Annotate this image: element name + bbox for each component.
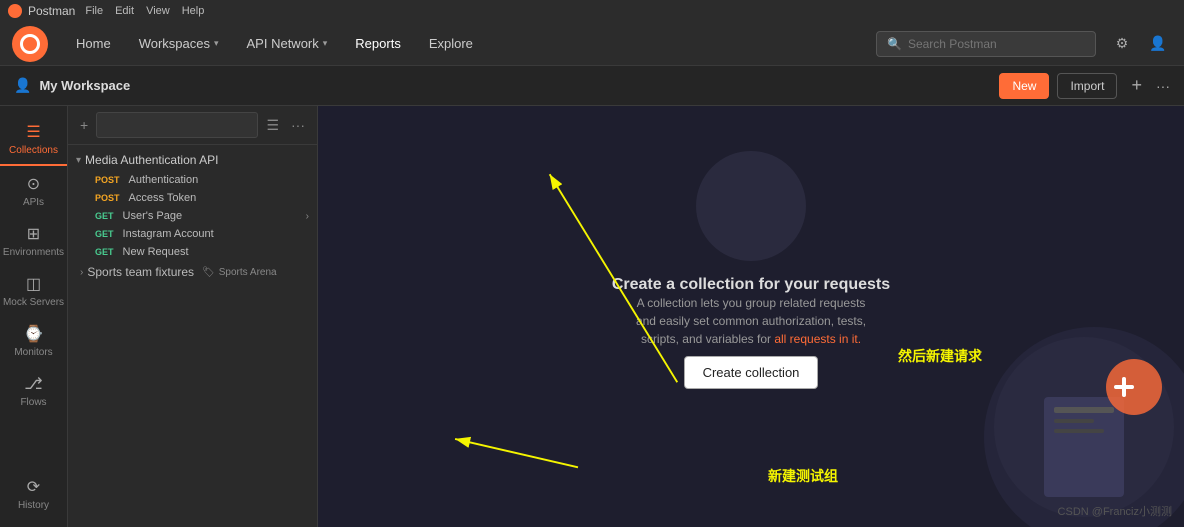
panel-more-icon[interactable]: ···: [287, 115, 309, 135]
nav-action-icons: ⚙ 👤: [1108, 30, 1172, 58]
avatar-icon[interactable]: 👤: [1144, 30, 1172, 58]
history-icon: ⟳: [24, 477, 44, 497]
logo-inner: [20, 34, 40, 54]
content-area: Create a collection for your requests A …: [318, 106, 1184, 527]
workspace-icon: 👤: [14, 77, 31, 94]
endpoint-access-token[interactable]: POST Access Token: [68, 189, 317, 207]
folder-label: ▾ Media Authentication API: [76, 153, 218, 167]
apis-icon: ⊙: [24, 174, 44, 194]
method-get-badge-3: GET: [92, 246, 117, 258]
annotation-create-collection: 新建测试组: [768, 466, 838, 486]
history-label: History: [18, 500, 49, 511]
sidebar-item-flows[interactable]: ⎇ Flows: [0, 366, 67, 416]
sidebar-item-mock-servers[interactable]: ◫ Mock Servers: [0, 266, 67, 316]
nav-home[interactable]: Home: [64, 30, 123, 57]
new-button[interactable]: New: [999, 73, 1049, 99]
collection-tree: ▾ Media Authentication API POST Authenti…: [68, 145, 317, 527]
menu-help[interactable]: Help: [182, 5, 205, 17]
illustration: [661, 146, 841, 266]
sports-folder-item[interactable]: › Sports team fixtures 🏷 Sports Arena: [68, 261, 317, 283]
annotation-new-request: 然后新建请求: [898, 346, 982, 366]
method-post-badge-2: POST: [92, 192, 123, 204]
environments-icon: ⊞: [24, 224, 44, 244]
add-tab-button[interactable]: +: [1125, 75, 1148, 96]
environments-label: Environments: [3, 247, 64, 258]
method-get-badge: GET: [92, 210, 117, 222]
nav-explore[interactable]: Explore: [417, 30, 485, 57]
sports-sub-label: 🏷: [202, 267, 215, 278]
flows-icon: ⎇: [24, 374, 44, 394]
sidebar-item-monitors[interactable]: ⌚ Monitors: [0, 316, 67, 366]
more-options-button[interactable]: ···: [1156, 78, 1170, 94]
method-get-badge-2: GET: [92, 228, 117, 240]
main-layout: ☰ Collections ⊙ APIs ⊞ Environments ◫ Mo…: [0, 106, 1184, 527]
workspaces-chevron-icon: ▾: [214, 38, 219, 49]
sidebar-item-history[interactable]: ⟳ History: [0, 469, 67, 519]
mock-servers-icon: ◫: [24, 274, 44, 294]
panel-filter-icon[interactable]: ☰: [262, 115, 283, 136]
search-icon: 🔍: [887, 37, 902, 51]
folder-chevron-icon: ▾: [76, 155, 81, 166]
watermark: CSDN @Franciz小测测: [1058, 503, 1172, 519]
api-network-chevron-icon: ▾: [323, 38, 328, 49]
collection-folder-item[interactable]: ▾ Media Authentication API: [68, 149, 317, 171]
method-post-badge: POST: [92, 174, 123, 186]
menu-file[interactable]: File: [85, 5, 103, 17]
collections-search-input[interactable]: [96, 112, 258, 138]
endpoint-users-page[interactable]: GET User's Page ›: [68, 207, 317, 225]
welcome-description: A collection lets you group related requ…: [631, 294, 871, 348]
nav-workspaces[interactable]: Workspaces ▾: [127, 30, 231, 57]
import-button[interactable]: Import: [1057, 73, 1117, 99]
nav-api-network[interactable]: API Network ▾: [235, 30, 340, 57]
sidebar-icons: ☰ Collections ⊙ APIs ⊞ Environments ◫ Mo…: [0, 106, 68, 527]
search-bar[interactable]: 🔍: [876, 31, 1096, 57]
endpoint-new-request[interactable]: GET New Request: [68, 243, 317, 261]
expand-arrow-icon: ›: [306, 211, 309, 222]
sidebar-item-collections[interactable]: ☰ Collections: [0, 114, 67, 166]
collections-label: Collections: [9, 145, 58, 156]
workspace-name: My Workspace: [39, 78, 991, 93]
monitors-icon: ⌚: [24, 324, 44, 344]
titlebar: Postman File Edit View Help: [0, 0, 1184, 22]
top-navbar: Home Workspaces ▾ API Network ▾ Reports …: [0, 22, 1184, 66]
endpoint-authentication[interactable]: POST Authentication: [68, 171, 317, 189]
collections-panel: + ☰ ··· ▾ Media Authentication API POST …: [68, 106, 318, 527]
endpoint-instagram-account[interactable]: GET Instagram Account: [68, 225, 317, 243]
monitors-label: Monitors: [14, 347, 52, 358]
add-collection-button[interactable]: +: [76, 115, 92, 135]
postman-logo[interactable]: [12, 26, 48, 62]
workspace-bar: 👤 My Workspace New Import + ···: [0, 66, 1184, 106]
collections-icon: ☰: [24, 122, 44, 142]
menu-bar: File Edit View Help: [85, 5, 204, 17]
panel-toolbar: + ☰ ···: [68, 106, 317, 145]
search-input[interactable]: [908, 37, 1068, 51]
apis-label: APIs: [23, 197, 44, 208]
sidebar-bottom: ⟳ History: [0, 469, 67, 527]
nav-links: Home Workspaces ▾ API Network ▾ Reports …: [64, 30, 876, 57]
settings-icon[interactable]: ⚙: [1108, 30, 1136, 58]
mock-servers-label: Mock Servers: [3, 297, 64, 308]
sidebar-item-apis[interactable]: ⊙ APIs: [0, 166, 67, 216]
app-name: Postman: [28, 4, 75, 18]
menu-view[interactable]: View: [146, 5, 170, 17]
illustration-bg: [696, 151, 806, 261]
create-collection-button[interactable]: Create collection: [684, 356, 819, 389]
sports-chevron-icon: ›: [80, 267, 83, 278]
app-icon: [8, 4, 22, 18]
sidebar-item-environments[interactable]: ⊞ Environments: [0, 216, 67, 266]
flows-label: Flows: [20, 397, 46, 408]
welcome-title: Create a collection for your requests: [612, 276, 890, 294]
nav-reports[interactable]: Reports: [343, 30, 413, 57]
menu-edit[interactable]: Edit: [115, 5, 134, 17]
